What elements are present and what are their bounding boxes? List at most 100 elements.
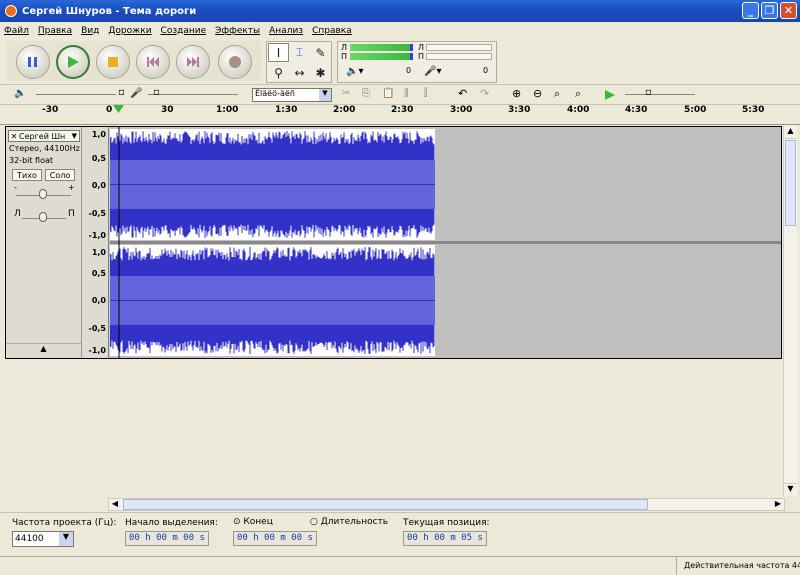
ruler-tick: 5:30 (742, 105, 765, 115)
app-icon (5, 5, 17, 17)
vertical-scale: 1,0 0,5 0,0 -0,5 -1,0 1,0 0,5 0,0 -0,5 -… (82, 127, 109, 358)
ruler-tick: 0 (106, 105, 113, 115)
envelope-tool-icon[interactable]: ⌶ (289, 43, 310, 62)
chevron-down-icon: ▼ (319, 89, 331, 101)
record-button[interactable] (218, 45, 252, 79)
play-button[interactable] (56, 45, 90, 79)
selection-end-time[interactable]: 00 h 00 m 00 s (233, 531, 317, 546)
ruler-tick: 2:00 (333, 105, 356, 115)
menu-help[interactable]: Справка (312, 26, 352, 36)
microphone-icon[interactable]: 🎤▾ (424, 66, 441, 77)
play-head-icon (113, 105, 124, 113)
close-button[interactable]: ✕ (780, 2, 797, 19)
input-meter-left (426, 44, 492, 51)
skip-start-icon (147, 57, 159, 67)
timeline-ruler[interactable]: -30 0 30 1:00 1:30 2:00 2:30 3:00 3:30 4… (0, 105, 800, 125)
edit-toolbar: 🔈 ▫ 🎤 ▫ Ёläëö-äëñ ▼ ✂ ⎘ 📋 ⫼ ⫿ ↶ ↷ ⊕ ⊖ ⌕ … (0, 85, 800, 105)
skip-end-icon (187, 57, 199, 67)
play-speed-slider[interactable] (625, 94, 695, 95)
gain-plus-label: + (68, 183, 75, 192)
meter-toolbar: Л П Л П 🔈▾ 0 🎤▾ 0 (337, 41, 497, 83)
audio-position-time[interactable]: 00 h 00 m 05 s (403, 531, 487, 546)
cut-icon[interactable]: ✂ (342, 88, 350, 99)
selection-start-time[interactable]: 00 h 00 m 00 s (125, 531, 209, 546)
channel-divider (110, 241, 781, 244)
restore-button[interactable]: ❐ (761, 2, 778, 19)
track-close-icon[interactable]: ✕ (9, 132, 19, 141)
selection-tool-icon[interactable]: I (268, 43, 289, 62)
scroll-up-icon[interactable]: ▲ (784, 126, 797, 139)
empty-project-area[interactable] (5, 361, 782, 496)
zoom-tool-icon[interactable]: ⚲ (268, 63, 289, 82)
zoom-in-icon[interactable]: ⊕ (512, 87, 521, 100)
zoom-out-icon[interactable]: ⊖ (533, 87, 542, 100)
ruler-tick: 3:00 (450, 105, 473, 115)
record-volume-thumb[interactable]: ▫ (153, 87, 160, 98)
input-source-value: Ёläëö-äëñ (255, 89, 295, 98)
silence-icon[interactable]: ⫿ (424, 88, 427, 99)
play-at-speed-icon[interactable] (604, 89, 616, 101)
window-title: Сергей Шнуров - Тема дороги (22, 5, 197, 17)
copy-icon[interactable]: ⎘ (362, 88, 370, 99)
vertical-scrollbar[interactable]: ▲ ▼ (783, 126, 797, 496)
fit-project-icon[interactable]: ⌕ (575, 87, 581, 101)
end-radio-label: Конец (243, 517, 273, 527)
collapse-track-icon[interactable]: ▲ (6, 343, 81, 357)
speaker-icon[interactable]: 🔈▾ (346, 66, 363, 77)
timeshift-tool-icon[interactable]: ↔ (289, 63, 310, 82)
menu-analyze[interactable]: Анализ (269, 26, 303, 36)
scroll-right-icon[interactable]: ▶ (772, 499, 784, 510)
menu-file[interactable]: Файл (4, 26, 29, 36)
scale-label: 0,0 (91, 296, 106, 305)
record-volume-slider[interactable] (148, 94, 238, 95)
playback-volume-thumb[interactable]: ▫ (118, 87, 125, 98)
waveform-canvas[interactable] (110, 127, 781, 358)
mute-button[interactable]: Тихо (12, 169, 42, 181)
input-source-select[interactable]: Ёläëö-äëñ ▼ (252, 88, 332, 102)
main-toolbar: I ⌶ ✎ ⚲ ↔ ✱ Л П Л П 🔈▾ 0 🎤▾ 0 (0, 39, 800, 85)
pan-slider-thumb[interactable] (39, 212, 47, 222)
track-name: Сергей Шн (19, 131, 66, 141)
tools-toolbar: I ⌶ ✎ ⚲ ↔ ✱ (266, 41, 332, 83)
undo-icon[interactable]: ↶ (458, 87, 467, 100)
redo-icon[interactable]: ↷ (480, 87, 489, 100)
solo-button[interactable]: Соло (45, 169, 75, 181)
menu-generate[interactable]: Создание (161, 26, 207, 36)
project-rate-select[interactable]: 44100 ▼ (12, 531, 74, 547)
horizontal-scrollbar[interactable]: ◀ ▶ (108, 498, 785, 511)
menu-edit[interactable]: Правка (38, 26, 72, 36)
playback-volume-slider[interactable] (36, 94, 116, 95)
track-name-menu[interactable]: ✕ Сергей Шн ▼ (8, 130, 80, 142)
ruler-tick: 3:30 (508, 105, 531, 115)
input-meter-right (426, 53, 492, 60)
ruler-tick: 2:30 (391, 105, 414, 115)
menu-tracks[interactable]: Дорожки (108, 26, 151, 36)
pause-icon (28, 57, 37, 67)
skip-start-button[interactable] (136, 45, 170, 79)
pause-button[interactable] (16, 45, 50, 79)
input-meter-left-label: Л (418, 43, 425, 52)
output-meter-left (350, 44, 410, 51)
scroll-left-icon[interactable]: ◀ (109, 499, 121, 510)
end-radio[interactable]: ⊙ Конец (233, 517, 273, 527)
scroll-down-icon[interactable]: ▼ (784, 483, 797, 496)
scale-label: 0,5 (91, 154, 106, 163)
vertical-scroll-thumb[interactable] (785, 140, 796, 226)
selection-toolbar: Частота проекта (Гц): 44100 ▼ Начало выд… (0, 512, 800, 556)
length-radio[interactable]: ○ Длительность (310, 517, 388, 527)
meter-right-label: П (341, 52, 348, 61)
paste-icon[interactable]: 📋 (382, 88, 394, 99)
draw-tool-icon[interactable]: ✎ (310, 43, 331, 62)
stop-button[interactable] (96, 45, 130, 79)
multi-tool-icon[interactable]: ✱ (310, 63, 331, 82)
trim-icon[interactable]: ⫼ (404, 88, 409, 99)
play-speed-thumb[interactable]: ▫ (645, 87, 652, 98)
skip-end-button[interactable] (176, 45, 210, 79)
minimize-button[interactable]: _ (742, 2, 759, 19)
menu-effects[interactable]: Эффекты (215, 26, 260, 36)
menu-view[interactable]: Вид (81, 26, 99, 36)
length-radio-label: Длительность (320, 517, 389, 527)
horizontal-scroll-thumb[interactable] (123, 499, 648, 510)
fit-selection-icon[interactable]: ⌕ (554, 87, 560, 101)
gain-slider-thumb[interactable] (39, 189, 47, 199)
